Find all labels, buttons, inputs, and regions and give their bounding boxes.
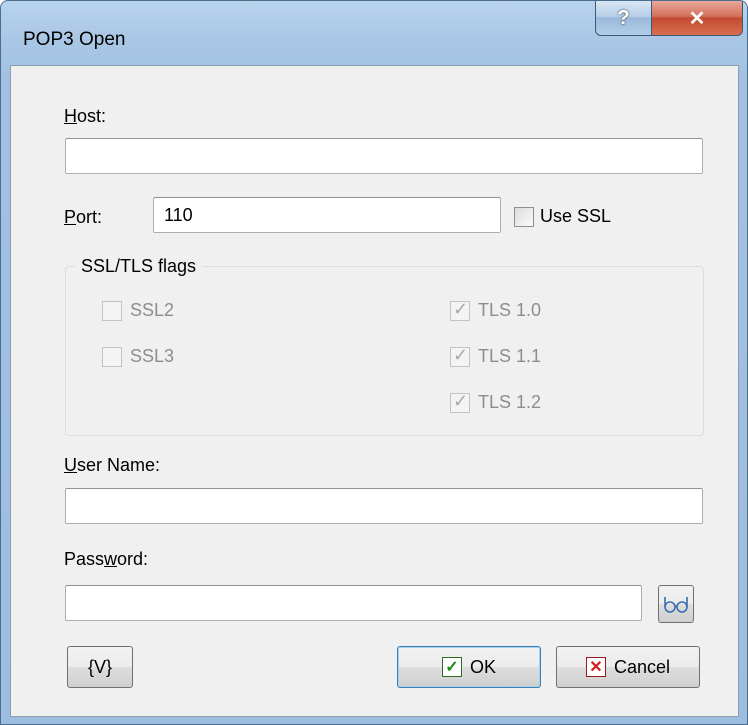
tls10-label: TLS 1.0 xyxy=(478,300,542,320)
window-title: POP3 Open xyxy=(23,29,126,50)
password-input[interactable] xyxy=(65,585,642,621)
checkmark-icon: ✓ xyxy=(453,391,469,411)
username-input[interactable] xyxy=(65,488,703,524)
checkmark-icon: ✓ xyxy=(453,345,469,365)
checkmark-icon: ✓ xyxy=(453,299,469,319)
ssl3-label: SSL3 xyxy=(130,346,175,366)
ssl2-label: SSL2 xyxy=(130,300,175,320)
cancel-label: Cancel xyxy=(613,656,671,677)
host-label: Host: xyxy=(64,106,107,126)
x-icon: ✕ xyxy=(585,657,606,677)
close-button[interactable]: ✕ xyxy=(651,1,743,36)
host-input[interactable] xyxy=(65,138,703,174)
password-label: Password: xyxy=(64,549,149,569)
variables-button[interactable]: {V} xyxy=(67,646,133,688)
tls11-label: TLS 1.1 xyxy=(478,346,542,366)
ok-label: OK xyxy=(469,656,496,677)
title-bar[interactable]: POP3 Open ? ✕ xyxy=(1,1,747,65)
cancel-button[interactable]: ✕ Cancel xyxy=(556,646,700,688)
ssl2-checkbox[interactable] xyxy=(102,301,122,321)
close-icon: ✕ xyxy=(688,7,706,30)
help-icon: ? xyxy=(617,6,630,29)
port-label: Port: xyxy=(64,207,103,227)
ssl-tls-flags-title: SSL/TLS flags xyxy=(75,256,203,277)
dialog-window: POP3 Open ? ✕ Host: Port: 110 Use SSL SS… xyxy=(0,0,748,725)
ok-button[interactable]: ✓ OK xyxy=(397,646,541,688)
port-input[interactable]: 110 xyxy=(153,197,501,233)
tls10-checkbox[interactable]: ✓ xyxy=(450,299,470,321)
tls11-checkbox[interactable]: ✓ xyxy=(450,345,470,367)
ssl3-checkbox[interactable] xyxy=(102,347,122,367)
username-label: User Name: xyxy=(64,455,161,475)
tls12-label: TLS 1.2 xyxy=(478,392,542,412)
use-ssl-label: Use SSL xyxy=(540,206,612,226)
help-button[interactable]: ? xyxy=(595,1,652,36)
tls12-checkbox[interactable]: ✓ xyxy=(450,391,470,413)
glasses-icon xyxy=(664,597,688,613)
dialog-body: Host: Port: 110 Use SSL SSL/TLS flags SS… xyxy=(10,65,739,717)
use-ssl-checkbox[interactable] xyxy=(514,207,534,227)
show-password-button[interactable] xyxy=(658,585,694,623)
checkmark-icon: ✓ xyxy=(441,657,462,677)
